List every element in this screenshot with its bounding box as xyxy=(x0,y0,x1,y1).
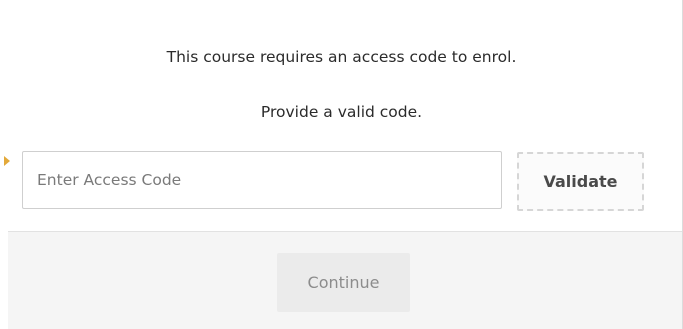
access-code-message: This course requires an access code to e… xyxy=(166,48,517,66)
valid-code-prompt: Provide a valid code. xyxy=(260,103,423,121)
dialog-footer: Continue xyxy=(8,231,682,329)
validate-button-label: Validate xyxy=(543,172,618,191)
access-code-dialog: This course requires an access code to e… xyxy=(0,0,683,329)
validate-button[interactable]: Validate xyxy=(517,152,644,211)
access-code-input[interactable] xyxy=(22,151,502,209)
focus-marker-icon xyxy=(4,156,10,166)
continue-button-label: Continue xyxy=(307,273,380,292)
continue-button[interactable]: Continue xyxy=(277,253,410,312)
